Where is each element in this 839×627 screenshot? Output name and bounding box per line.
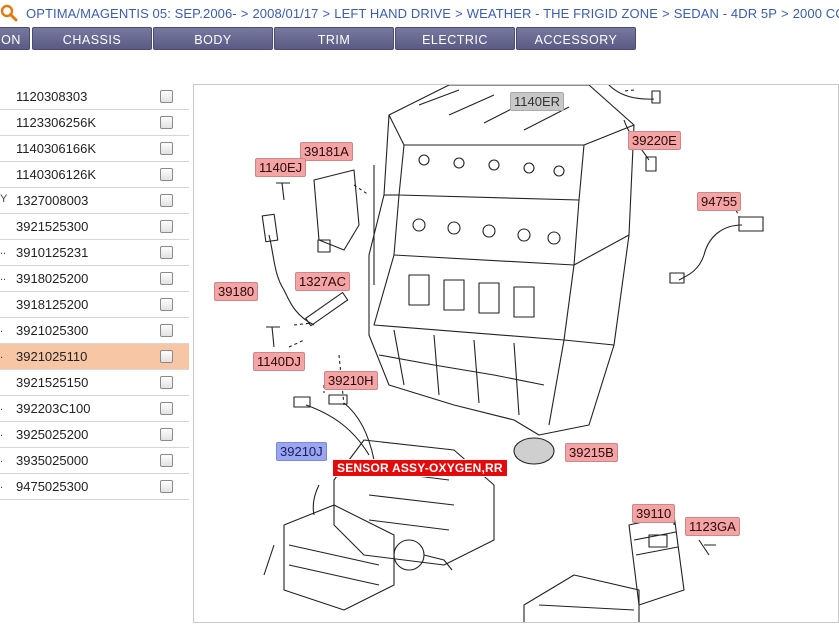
parts-diagram: 1140ER 39220E 39181A 1140EJ 94755 1327AC…: [193, 84, 839, 623]
part-checkbox[interactable]: [160, 480, 173, 493]
part-row[interactable]: 3921525150: [0, 370, 189, 396]
breadcrumb-separator: >: [781, 6, 789, 21]
row-marker: .: [0, 349, 4, 361]
part-row[interactable]: . 3921025300: [0, 318, 189, 344]
breadcrumb-item[interactable]: 2000 CC: [793, 6, 839, 21]
diagram-label-39210j[interactable]: 39210J: [276, 442, 327, 461]
breadcrumb-item[interactable]: WEATHER - THE FRIGID ZONE: [467, 6, 658, 21]
part-row[interactable]: 1140306126K: [0, 162, 189, 188]
tab-accessory[interactable]: ACCESSORY: [516, 27, 636, 50]
part-row[interactable]: .. 3910125231: [0, 240, 189, 266]
part-checkbox[interactable]: [160, 298, 173, 311]
diagram-label-39110[interactable]: 39110: [632, 504, 676, 523]
part-checkbox[interactable]: [160, 116, 173, 129]
diagram-label-39180[interactable]: 39180: [214, 282, 259, 301]
diagram-label-1327ac[interactable]: 1327AC: [295, 272, 350, 291]
row-marker: .: [0, 427, 4, 439]
part-number: 3918025200: [16, 271, 89, 286]
part-row[interactable]: 3921525300: [0, 214, 189, 240]
part-checkbox[interactable]: [160, 272, 173, 285]
part-checkbox[interactable]: [160, 454, 173, 467]
search-icon[interactable]: [0, 4, 18, 22]
tab-body[interactable]: BODY: [153, 27, 273, 50]
part-checkbox[interactable]: [160, 220, 173, 233]
breadcrumb-trail: OPTIMA/MAGENTIS 05: SEP.2006- >2008/01/17…: [26, 6, 839, 21]
part-checkbox[interactable]: [160, 246, 173, 259]
breadcrumb-separator: >: [662, 6, 670, 21]
part-checkbox[interactable]: [160, 428, 173, 441]
part-row[interactable]: . 9475025300: [0, 474, 189, 500]
breadcrumb-separator: >: [240, 6, 249, 21]
part-row[interactable]: Y 1327008003: [0, 188, 189, 214]
part-number: 3921025110: [16, 349, 88, 364]
part-checkbox[interactable]: [160, 194, 173, 207]
diagram-label-1123ga[interactable]: 1123GA: [685, 517, 740, 536]
part-row[interactable]: . 392203C100: [0, 396, 189, 422]
row-marker: .: [0, 401, 4, 413]
part-row[interactable]: 3918125200: [0, 292, 189, 318]
part-checkbox[interactable]: [160, 376, 173, 389]
part-row[interactable]: . 3935025000: [0, 448, 189, 474]
part-checkbox[interactable]: [160, 402, 173, 415]
part-number: 1140306126K: [16, 167, 97, 182]
diagram-label-94755[interactable]: 94755: [697, 192, 742, 211]
category-tabs: ON CHASSIS BODY TRIM ELECTRIC ACCESSORY: [0, 27, 839, 51]
row-marker: .: [0, 479, 4, 491]
tab-chassis[interactable]: CHASSIS: [32, 27, 152, 50]
part-checkbox[interactable]: [160, 90, 173, 103]
part-number: 3925025200: [16, 427, 89, 442]
breadcrumb-item[interactable]: 2008/01/17: [252, 6, 318, 21]
part-number: 392203C100: [16, 401, 91, 416]
diagram-label-39210h[interactable]: 39210H: [324, 371, 378, 390]
row-marker: ..: [0, 271, 7, 283]
row-marker: .: [0, 323, 4, 335]
row-marker: ..: [0, 245, 7, 257]
part-row[interactable]: . 3925025200: [0, 422, 189, 448]
part-number: 3910125231: [16, 245, 89, 260]
part-checkbox[interactable]: [160, 324, 173, 337]
part-row[interactable]: 1140306166K: [0, 136, 189, 162]
part-number: 3921525300: [16, 219, 89, 234]
row-marker: Y: [0, 193, 8, 205]
part-number: 3921525150: [16, 375, 89, 390]
tab-engine[interactable]: ON: [0, 27, 30, 50]
part-number: 9475025300: [16, 479, 89, 494]
breadcrumb-item[interactable]: SEDAN - 4DR 5P: [674, 6, 777, 21]
row-marker: .: [0, 453, 4, 465]
breadcrumb-separator: >: [455, 6, 463, 21]
part-row[interactable]: 1120308303: [0, 84, 189, 110]
diagram-label-39215b[interactable]: 39215B: [565, 443, 618, 462]
part-number: 1123306256K: [16, 115, 97, 130]
diagram-label-1140ej[interactable]: 1140EJ: [255, 158, 307, 177]
diagram-label-39181a[interactable]: 39181A: [300, 142, 353, 161]
part-checkbox[interactable]: [160, 350, 173, 363]
part-number: 3935025000: [16, 453, 89, 468]
breadcrumb-separator: >: [322, 6, 331, 21]
part-number: 1327008003: [16, 193, 89, 208]
part-number: 3918125200: [16, 297, 89, 312]
part-checkbox[interactable]: [160, 142, 173, 155]
part-number: 3921025300: [16, 323, 89, 338]
part-number: 1140306166K: [16, 141, 97, 156]
diagram-label-1140dj[interactable]: 1140DJ: [253, 352, 305, 371]
part-row[interactable]: . 3921025110: [0, 344, 189, 370]
part-tooltip: SENSOR ASSY-OXYGEN,RR: [332, 459, 508, 477]
part-number: 1120308303: [16, 89, 88, 104]
diagram-label-1140er[interactable]: 1140ER: [510, 92, 565, 111]
tab-trim[interactable]: TRIM: [274, 27, 394, 50]
tab-electric[interactable]: ELECTRIC: [395, 27, 515, 50]
breadcrumb-item[interactable]: LEFT HAND DRIVE: [334, 6, 451, 21]
parts-list: 1120308303 1123306256K 1140306166K 11403061…: [0, 84, 189, 500]
part-row[interactable]: .. 3918025200: [0, 266, 189, 292]
breadcrumb: OPTIMA/MAGENTIS 05: SEP.2006- >2008/01/17…: [0, 0, 839, 27]
part-checkbox[interactable]: [160, 168, 173, 181]
diagram-label-39220e[interactable]: 39220E: [628, 131, 681, 150]
breadcrumb-item[interactable]: OPTIMA/MAGENTIS 05: SEP.2006-: [26, 6, 237, 21]
part-row[interactable]: 1123306256K: [0, 110, 189, 136]
